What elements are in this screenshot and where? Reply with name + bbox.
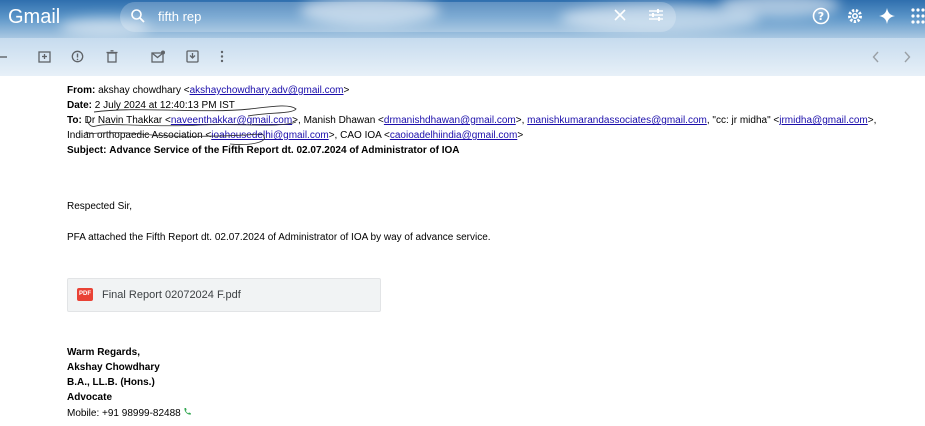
signature-title: Advocate [67, 392, 113, 403]
greeting: Respected Sir, [67, 201, 133, 212]
handwritten-scribble [85, 105, 297, 145]
from-name: akshay chowdhary < [98, 85, 190, 96]
search-icon[interactable] [130, 8, 146, 29]
body-text: PFA attached the Fifth Report dt. 02.07.… [67, 232, 491, 243]
apps-icon[interactable] [910, 7, 925, 30]
to-close-4: >, [867, 115, 877, 126]
subject-line: Subject: Advance Service of the Fifth Re… [67, 145, 460, 156]
gmail-logo[interactable]: Gmail [8, 6, 60, 29]
attachment-name: Final Report 02072024 F.pdf [102, 289, 241, 301]
to-email-link-6[interactable]: caoioadelhiindia@gmail.com [390, 130, 517, 141]
to-email-link-5[interactable]: ioahousedelhi@gmail.com [211, 130, 328, 141]
to-close-6: > [517, 130, 524, 141]
to-name-6: >, CAO IOA < [328, 130, 390, 141]
gemini-icon[interactable] [878, 7, 896, 30]
mark-unread-icon[interactable] [151, 50, 165, 68]
from-close: > [343, 85, 350, 96]
pdf-icon: PDF [77, 288, 93, 301]
from-line: From: akshay chowdhary <akshaychowdhary.… [67, 85, 349, 96]
search-input[interactable] [156, 8, 590, 25]
to-sep-3: >, [515, 115, 528, 126]
delete-icon[interactable] [106, 50, 118, 68]
to-email-link-2[interactable]: drmanishdhawan@gmail.com [384, 115, 516, 126]
to-name-5: Indian orthopaedic Association < [67, 130, 212, 141]
archive-icon[interactable] [38, 50, 51, 68]
date-value: 2 July 2024 at 12:40:13 PM IST [94, 100, 235, 111]
to-email-link-4[interactable]: jrmidha@gmail.com [779, 115, 868, 126]
subject-value: Advance Service of the Fifth Report dt. … [109, 145, 460, 156]
prev-icon[interactable] [872, 50, 880, 68]
to-name-4: , "cc: jr midha" < [706, 115, 780, 126]
from-email-link[interactable]: akshaychowdhary.adv@gmail.com [190, 85, 344, 96]
signature-mobile: Mobile: +91 98999-82488 [67, 407, 192, 419]
search-bar[interactable] [120, 2, 676, 32]
back-icon[interactable] [0, 50, 8, 68]
more-icon[interactable] [219, 50, 225, 68]
to-name-1: Dr Navin Thakkar < [84, 115, 171, 126]
from-label: From: [67, 85, 96, 96]
top-bar: Gmail ? [0, 0, 925, 38]
to-email-link-1[interactable]: naveenthakkar@gmail.com [171, 115, 292, 126]
mobile-number: Mobile: +91 98999-82488 [67, 408, 181, 419]
help-icon[interactable]: ? [812, 7, 830, 30]
message-toolbar [0, 38, 925, 76]
date-line: Date: 2 July 2024 at 12:40:13 PM IST [67, 100, 235, 111]
phone-icon[interactable] [183, 408, 192, 419]
to-line-continued: Indian orthopaedic Association <ioahouse… [67, 130, 523, 141]
signature-regards: Warm Regards, [67, 347, 140, 358]
to-name-2: >, Manish Dhawan < [292, 115, 384, 126]
search-options-icon[interactable] [648, 8, 664, 27]
subject-label: Subject: [67, 145, 107, 156]
signature-name: Akshay Chowdhary [67, 362, 160, 373]
signature-degree: B.A., LL.B. (Hons.) [67, 377, 155, 388]
to-email-link-3[interactable]: manishkumarandassociates@gmail.com [527, 115, 707, 126]
svg-text:?: ? [818, 10, 824, 23]
settings-icon[interactable] [846, 7, 864, 30]
attachment-chip[interactable]: PDF Final Report 02072024 F.pdf [67, 278, 381, 312]
to-label: To: [67, 115, 82, 126]
date-label: Date: [67, 100, 93, 111]
report-spam-icon[interactable] [71, 50, 84, 68]
email-body: From: akshay chowdhary <akshaychowdhary.… [0, 76, 925, 426]
move-to-icon[interactable] [186, 50, 199, 68]
to-line: To: Dr Navin Thakkar <naveenthakkar@gmai… [67, 115, 876, 126]
clear-search-icon[interactable] [612, 7, 628, 28]
next-icon[interactable] [903, 50, 911, 68]
